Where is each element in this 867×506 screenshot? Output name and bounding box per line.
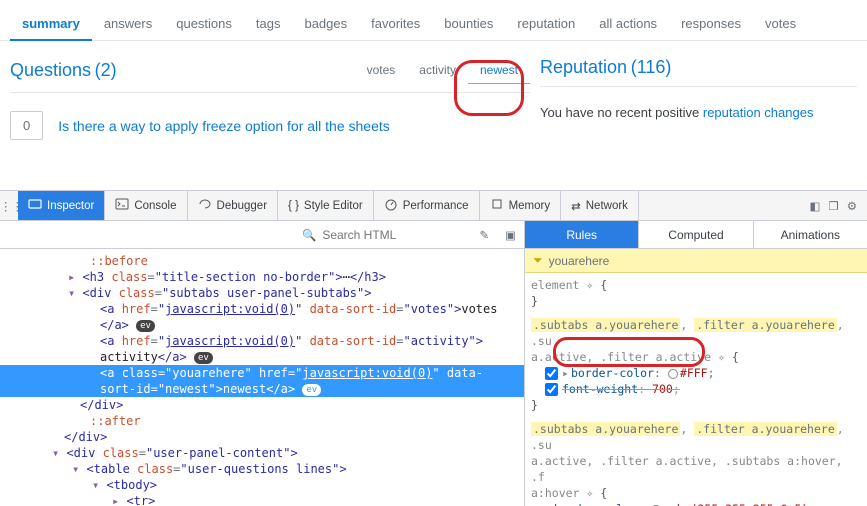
nav-badges[interactable]: badges [292, 8, 359, 40]
subtab-newest[interactable]: newest [468, 57, 530, 84]
subtab-activity[interactable]: activity [407, 57, 468, 84]
questions-header: Questions (2) votes activity newest [10, 57, 530, 93]
nav-responses[interactable]: responses [669, 8, 753, 40]
nav-bounties[interactable]: bounties [432, 8, 505, 40]
devtools-grip-icon[interactable]: ⋮⋮ [0, 199, 18, 213]
reputation-header: Reputation (116) [540, 57, 857, 87]
markup-panel: 🔍 ✎ ▣ ::before ▸ <h3 class="title-sectio… [0, 221, 525, 506]
tool-console-label: Console [134, 200, 176, 212]
prop-toggle[interactable] [545, 383, 558, 396]
settings-icon[interactable]: ⚙ [847, 199, 857, 213]
performance-icon [384, 197, 398, 214]
nav-votes[interactable]: votes [753, 8, 808, 40]
tool-inspector-label: Inspector [47, 200, 94, 212]
memory-icon [490, 197, 504, 214]
search-html-input[interactable] [322, 228, 452, 242]
filter-value[interactable]: youarehere [549, 254, 610, 268]
reputation-title: Reputation [540, 57, 627, 77]
questions-title: Questions [10, 60, 91, 80]
devtools-toolbar: ⋮⋮ Inspector Console Debugger { } Style … [0, 191, 867, 221]
rules-tabs: Rules Computed Animations [525, 221, 867, 249]
tool-inspector[interactable]: Inspector [18, 191, 105, 220]
styleeditor-icon: { } [288, 200, 299, 212]
warning-icon: ⚠ [822, 502, 829, 506]
tool-memory[interactable]: Memory [480, 191, 562, 220]
nav-questions[interactable]: questions [164, 8, 244, 40]
inline-icon: ✧ [586, 278, 593, 292]
tool-performance[interactable]: Performance [374, 191, 480, 220]
questions-subtabs: votes activity newest [355, 57, 530, 84]
questions-count: (2) [95, 60, 117, 80]
page-columns: Questions (2) votes activity newest 0 Is… [0, 41, 867, 150]
dock-window-icon[interactable]: ❐ [828, 199, 838, 213]
debugger-icon [198, 197, 212, 214]
inspector-icon [28, 197, 42, 214]
nav-allactions[interactable]: all actions [587, 8, 669, 40]
profile-top-nav: summary answers questions tags badges fa… [0, 0, 867, 41]
nav-favorites[interactable]: favorites [359, 8, 432, 40]
tab-rules[interactable]: Rules [525, 221, 639, 248]
inline-icon: ✧ [718, 350, 725, 364]
nav-reputation[interactable]: reputation [505, 8, 587, 40]
console-icon [115, 197, 129, 214]
tab-animations[interactable]: Animations [754, 221, 867, 248]
nav-summary[interactable]: summary [10, 8, 92, 41]
search-icon: 🔍 [302, 228, 316, 242]
tool-network-label: Network [586, 200, 628, 212]
inline-icon: ✧ [586, 486, 593, 500]
nav-tags[interactable]: tags [244, 8, 293, 40]
tool-styleeditor-label: Style Editor [304, 200, 363, 212]
tool-network[interactable]: ⇄ Network [561, 191, 639, 220]
tool-performance-label: Performance [403, 200, 469, 212]
reputation-count: (116) [631, 57, 672, 77]
prop-toggle[interactable] [545, 367, 558, 380]
event-badge[interactable]: ev [136, 320, 155, 332]
rep-note-link[interactable]: reputation changes [703, 105, 814, 120]
question-row: 0 Is there a way to apply freeze option … [10, 111, 530, 140]
reputation-section: Reputation (116) You have no recent posi… [540, 41, 867, 150]
edit-html-icon[interactable]: ✎ [471, 228, 497, 242]
tool-styleeditor[interactable]: { } Style Editor [278, 191, 374, 220]
tool-debugger[interactable]: Debugger [188, 191, 279, 220]
devtools-right-icons: ◧ ❐ ⚙ [800, 199, 867, 213]
tool-memory-label: Memory [509, 200, 551, 212]
question-score: 0 [10, 111, 43, 140]
question-link[interactable]: Is there a way to apply freeze option fo… [58, 118, 390, 134]
questions-section: Questions (2) votes activity newest 0 Is… [0, 41, 540, 150]
nav-answers[interactable]: answers [92, 8, 164, 40]
devtools-panel: ⋮⋮ Inspector Console Debugger { } Style … [0, 190, 867, 506]
subtab-votes[interactable]: votes [355, 57, 408, 84]
html-tree[interactable]: ::before ▸ <h3 class="title-section no-b… [0, 249, 524, 506]
event-badge[interactable]: ev [194, 352, 213, 364]
rules-filter-bar: ⏷ youarehere [525, 249, 867, 273]
event-badge[interactable]: ev [302, 384, 321, 396]
tool-console[interactable]: Console [105, 191, 187, 220]
reputation-note: You have no recent positive reputation c… [540, 105, 857, 120]
rules-panel: Rules Computed Animations ⏷ youarehere e… [525, 221, 867, 506]
expand-panel-icon[interactable]: ▣ [497, 228, 524, 242]
tab-computed[interactable]: Computed [639, 221, 753, 248]
filter-icon: ⏷ [533, 253, 543, 268]
markup-search-row: 🔍 ✎ ▣ [0, 221, 524, 249]
rules-list[interactable]: element ✧ { } .subtabs a.youarehere, .fi… [525, 273, 867, 506]
dock-side-icon[interactable]: ◧ [810, 199, 821, 213]
rep-note-text: You have no recent positive [540, 105, 703, 120]
network-icon: ⇄ [571, 199, 581, 213]
tool-debugger-label: Debugger [217, 200, 268, 212]
markup-search: 🔍 [296, 228, 471, 242]
